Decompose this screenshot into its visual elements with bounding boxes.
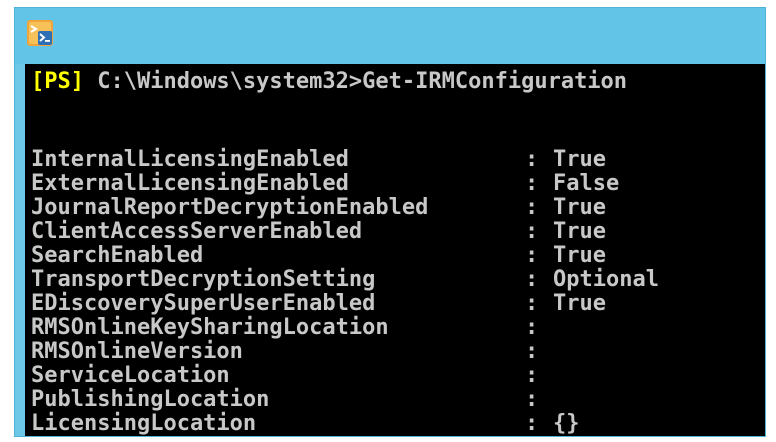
property-separator: : — [525, 387, 539, 412]
property-separator: : — [525, 171, 539, 196]
property-separator: : — [525, 243, 539, 268]
prompt-path: C:\Windows\system32> — [83, 69, 363, 94]
property-value: {} — [553, 411, 580, 436]
powershell-window: [PS] C:\Windows\system32>Get-IRMConfigur… — [14, 7, 766, 437]
property-value: True — [553, 147, 606, 172]
property-name: SearchEnabled — [31, 243, 204, 268]
property-separator: : — [525, 339, 539, 364]
property-row: SearchEnabled : True — [31, 244, 606, 268]
property-name: ExternalLicensingEnabled — [31, 171, 349, 196]
title-bar[interactable] — [15, 8, 765, 64]
property-value: False — [553, 171, 620, 196]
property-value: True — [553, 291, 606, 316]
property-row: LicensingLocation : {} — [31, 412, 580, 436]
property-separator: : — [525, 411, 539, 436]
powershell-icon[interactable] — [27, 20, 53, 46]
property-value: True — [553, 243, 606, 268]
property-row: TransportDecryptionSetting : Optional — [31, 268, 659, 292]
property-value: True — [553, 219, 606, 244]
property-row: EDiscoverySuperUserEnabled : True — [31, 292, 606, 316]
property-name: RMSOnlineKeySharingLocation — [31, 315, 389, 340]
property-separator: : — [525, 267, 539, 292]
property-value: Optional — [553, 267, 659, 292]
console-output[interactable]: [PS] C:\Windows\system32>Get-IRMConfigur… — [25, 64, 765, 436]
property-name: RMSOnlineVersion — [31, 339, 243, 364]
property-name: JournalReportDecryptionEnabled — [31, 195, 429, 220]
prompt-line: [PS] C:\Windows\system32>Get-IRMConfigur… — [31, 70, 627, 94]
property-separator: : — [525, 315, 539, 340]
property-separator: : — [525, 147, 539, 172]
property-name: LicensingLocation — [31, 411, 257, 436]
property-value: True — [553, 195, 606, 220]
property-row: ClientAccessServerEnabled : True — [31, 220, 606, 244]
property-row: InternalLicensingEnabled : True — [31, 148, 606, 172]
property-list: InternalLicensingEnabled : True External… — [31, 148, 659, 436]
property-separator: : — [525, 195, 539, 220]
property-separator: : — [525, 291, 539, 316]
property-name: EDiscoverySuperUserEnabled — [31, 291, 376, 316]
property-row: ServiceLocation : — [31, 364, 538, 388]
property-row: JournalReportDecryptionEnabled : True — [31, 196, 606, 220]
command-text: Get-IRMConfiguration — [362, 69, 628, 94]
property-name: PublishingLocation — [31, 387, 270, 412]
property-separator: : — [525, 219, 539, 244]
property-row: RMSOnlineVersion : — [31, 340, 538, 364]
property-row: RMSOnlineKeySharingLocation : — [31, 316, 538, 340]
property-row: ExternalLicensingEnabled : False — [31, 172, 619, 196]
property-name: TransportDecryptionSetting — [31, 267, 376, 292]
property-row: PublishingLocation : — [31, 388, 538, 412]
property-name: ServiceLocation — [31, 363, 230, 388]
property-name: InternalLicensingEnabled — [31, 147, 349, 172]
property-separator: : — [525, 363, 539, 388]
prompt-tag: [PS] — [31, 69, 84, 94]
property-name: ClientAccessServerEnabled — [31, 219, 363, 244]
